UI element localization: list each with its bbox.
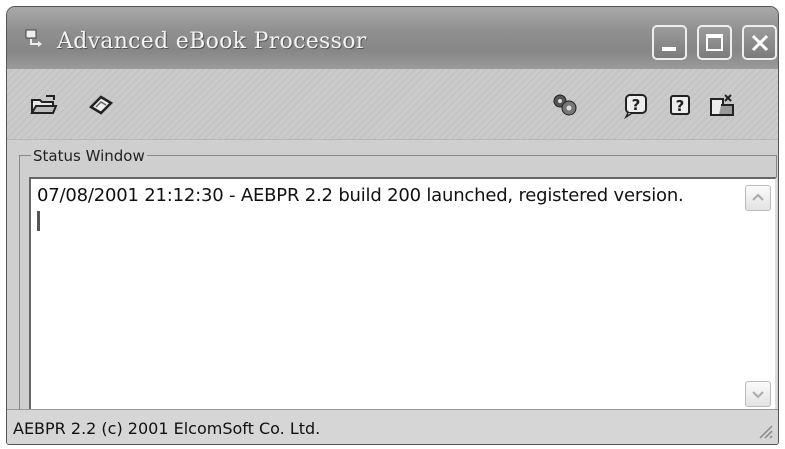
decrypt-icon[interactable] <box>87 91 117 119</box>
app-window: Advanced eBook Processor ? ? Status Wind… <box>6 6 779 445</box>
svg-text:?: ? <box>632 96 641 114</box>
minimize-button[interactable] <box>652 25 687 60</box>
status-text: AEBPR 2.2 (c) 2001 ElcomSoft Co. Ltd. <box>13 419 321 438</box>
status-window-group: Status Window 07/08/2001 21:12:30 - AEBP… <box>19 147 777 415</box>
vertical-scrollbar[interactable] <box>745 181 771 411</box>
chevron-down-icon <box>752 391 764 399</box>
exit-icon[interactable] <box>707 91 737 119</box>
status-window-label: Status Window <box>31 147 147 165</box>
settings-icon[interactable] <box>550 91 580 119</box>
app-icon[interactable] <box>25 29 47 49</box>
scroll-up-button[interactable] <box>745 185 771 211</box>
status-log[interactable]: 07/08/2001 21:12:30 - AEBPR 2.2 build 20… <box>29 177 777 415</box>
window-title: Advanced eBook Processor <box>57 29 367 54</box>
chevron-up-icon <box>752 193 764 201</box>
help-icon[interactable]: ? <box>665 91 695 119</box>
toolbar: ? ? <box>7 69 778 140</box>
svg-text:?: ? <box>676 97 685 115</box>
close-button[interactable] <box>742 25 777 60</box>
resize-grip-icon[interactable] <box>754 420 774 440</box>
open-icon[interactable] <box>29 91 59 119</box>
title-bar[interactable]: Advanced eBook Processor <box>7 7 778 69</box>
scroll-down-button[interactable] <box>745 381 771 407</box>
text-caret <box>37 211 40 231</box>
maximize-button[interactable] <box>697 25 732 60</box>
status-bar: AEBPR 2.2 (c) 2001 ElcomSoft Co. Ltd. <box>7 409 778 444</box>
help-contents-icon[interactable]: ? <box>622 91 652 119</box>
log-line: 07/08/2001 21:12:30 - AEBPR 2.2 build 20… <box>37 185 684 206</box>
